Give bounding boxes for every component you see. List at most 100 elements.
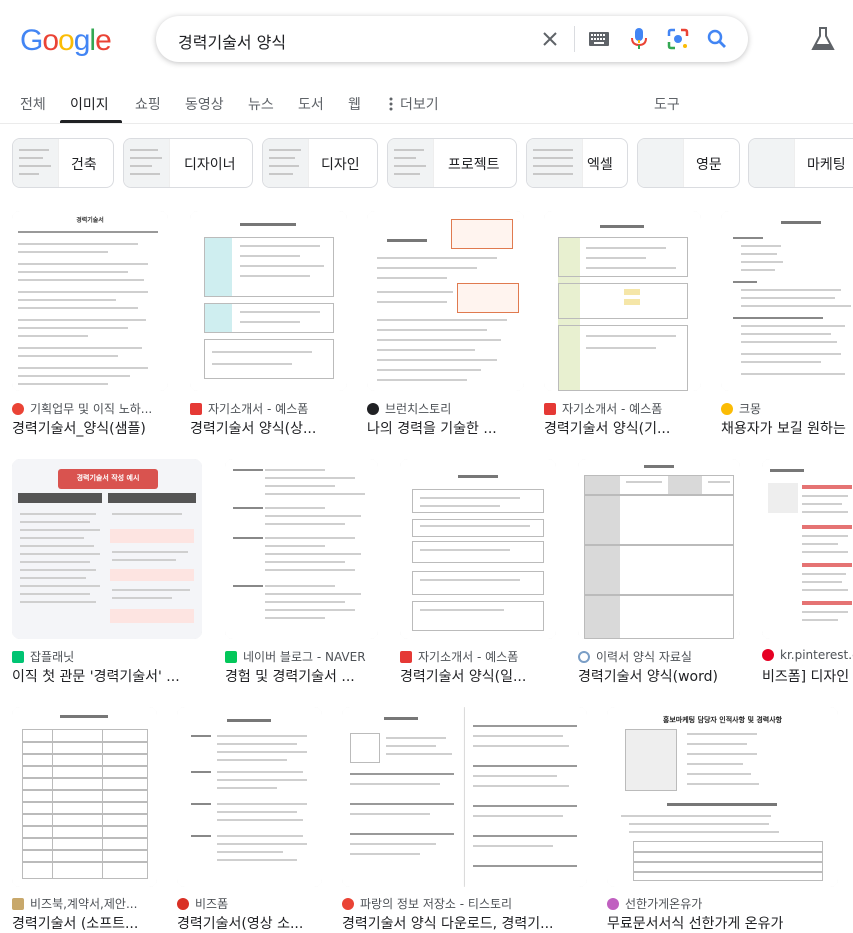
result-title[interactable]: 비즈폼] 디자인 (762, 666, 853, 686)
source-name: 비즈폼 (195, 897, 229, 911)
result-thumbnail (177, 707, 322, 887)
chip-english[interactable]: 영문 (637, 138, 740, 188)
source-name: 브런치스토리 (385, 402, 452, 416)
image-result[interactable]: kr.pinterest.c 비즈폼] 디자인 (762, 459, 853, 685)
image-result[interactable]: 브런치스토리 나의 경력을 기술한 ... (367, 211, 524, 438)
keyboard-icon[interactable] (586, 26, 612, 52)
chip-architecture[interactable]: 건축 (12, 138, 114, 188)
chip-marketing[interactable]: 마케팅 (748, 138, 853, 188)
source-name: 네이버 블로그 - NAVER (243, 650, 366, 664)
result-title[interactable]: 이직 첫 관문 '경력기술서' ... (12, 666, 202, 686)
tab-videos[interactable]: 동영상 (185, 94, 224, 114)
labs-icon[interactable] (811, 26, 837, 52)
result-source[interactable]: 브런치스토리 (367, 400, 451, 417)
search-input[interactable]: 경력기술서 양식 (178, 29, 286, 53)
document-preview (578, 459, 740, 639)
image-result[interactable]: 이력서 양식 자료실 경력기술서 양식(word) (578, 459, 740, 685)
result-title[interactable]: 경력기술서 양식(기... (544, 418, 701, 438)
chip-designer[interactable]: 디자이너 (123, 138, 253, 188)
result-source[interactable]: 기획업무 및 이직 노하... (12, 400, 152, 417)
more-dots-icon (389, 97, 393, 111)
image-result[interactable]: 네이버 블로그 - NAVER 경험 및 경력기술서 ... (225, 459, 378, 685)
result-source[interactable]: 네이버 블로그 - NAVER (225, 648, 366, 665)
image-result[interactable]: 자기소개서 - 예스폼 경력기술서 양식(기... (544, 211, 701, 438)
chip-label: 프로젝트 (448, 157, 500, 173)
image-result[interactable]: 자기소개서 - 예스폼 경력기술서 양식(일... (400, 459, 556, 685)
result-source[interactable]: 자기소개서 - 예스폼 (544, 400, 662, 417)
result-title[interactable]: 무료문서서식 선한가게 온유가 (607, 913, 838, 933)
source-name: 비즈북,계약서,제안... (30, 897, 138, 911)
document-preview (190, 211, 347, 391)
site-favicon (607, 897, 619, 910)
image-result[interactable]: 비즈북,계약서,제안... 경력기술서 (소프트... (12, 707, 157, 932)
result-thumbnail (342, 707, 587, 887)
microphone-icon[interactable] (626, 26, 652, 52)
tab-more[interactable]: 더보기 (388, 94, 439, 114)
result-source[interactable]: 비즈북,계약서,제안... (12, 895, 137, 912)
chip-project[interactable]: 프로젝트 (387, 138, 517, 188)
source-name: 자기소개서 - 예스폼 (418, 650, 519, 664)
result-source[interactable]: 크몽 (721, 400, 761, 417)
image-result[interactable]: 파랑의 정보 저장소 - 티스토리 경력기술서 양식 다운로드, 경력기... (342, 707, 587, 932)
site-favicon (400, 650, 412, 663)
result-title[interactable]: 경력기술서 (소프트... (12, 913, 157, 933)
tab-images[interactable]: 이미지 (70, 94, 109, 114)
refinement-chips: 건축 디자이너 디자인 프로젝트 엑셀 영문 마케팅 (0, 138, 853, 188)
document-heading: 경력기술서 (76, 217, 104, 224)
search-icon[interactable] (704, 26, 730, 52)
tab-all[interactable]: 전체 (20, 94, 46, 114)
chip-thumbnail (527, 139, 583, 187)
image-result[interactable]: 비즈폼 경력기술서(영상 소... (177, 707, 322, 932)
result-source[interactable]: kr.pinterest.c (762, 648, 853, 662)
result-title[interactable]: 경험 및 경력기술서 ... (225, 666, 378, 686)
logo-letter-o1: o (42, 24, 59, 57)
source-name: 크몽 (739, 402, 762, 416)
tools-button[interactable]: 도구 (654, 94, 680, 114)
tab-news[interactable]: 뉴스 (248, 94, 274, 114)
header: Google 경력기술서 양식 (0, 0, 853, 80)
source-name: 잡플래닛 (30, 650, 75, 664)
result-title[interactable]: 경력기술서 양식(상... (190, 418, 347, 438)
result-source[interactable]: 선한가게온유가 (607, 895, 702, 912)
site-favicon (762, 649, 774, 661)
result-source[interactable]: 비즈폼 (177, 895, 228, 912)
image-result[interactable]: 자기소개서 - 예스폼 경력기술서 양식(상... (190, 211, 347, 438)
lens-icon[interactable] (665, 26, 691, 52)
image-result[interactable]: 경력기술서 기획업무 및 이직 노하... 경력기술서_양식(샘플) (12, 211, 168, 438)
google-logo[interactable]: Google (20, 24, 112, 58)
document-preview: 홍보마케팅 담당자 인적사항 및 경력사항 (607, 707, 838, 887)
document-preview (544, 211, 701, 391)
search-box[interactable]: 경력기술서 양식 (156, 16, 748, 62)
result-title[interactable]: 채용자가 보길 원하는 (721, 418, 853, 438)
result-title[interactable]: 나의 경력을 기술한 ... (367, 418, 524, 438)
tab-web[interactable]: 웹 (348, 94, 361, 114)
site-favicon (190, 402, 202, 415)
result-title[interactable]: 경력기술서 양식(일... (400, 666, 556, 686)
logo-letter-e: e (95, 24, 112, 57)
document-preview (721, 211, 853, 391)
tab-shopping[interactable]: 쇼핑 (135, 94, 161, 114)
result-title[interactable]: 경력기술서 양식 다운로드, 경력기... (342, 913, 587, 933)
result-source[interactable]: 파랑의 정보 저장소 - 티스토리 (342, 895, 512, 912)
tab-books[interactable]: 도서 (298, 94, 324, 114)
image-result[interactable]: 크몽 채용자가 보길 원하는 (721, 211, 853, 438)
image-result[interactable]: 홍보마케팅 담당자 인적사항 및 경력사항 선한가게온유가 무료문서서식 선한가… (607, 707, 838, 932)
result-thumbnail (12, 707, 157, 887)
search-divider (574, 26, 575, 52)
chip-label: 디자인 (321, 157, 360, 173)
chip-label: 엑셀 (587, 157, 613, 173)
chip-design[interactable]: 디자인 (262, 138, 378, 188)
clear-icon[interactable] (537, 26, 563, 52)
result-source[interactable]: 이력서 양식 자료실 (578, 648, 692, 665)
logo-letter-o2: o (58, 24, 75, 57)
result-source[interactable]: 자기소개서 - 예스폼 (400, 648, 518, 665)
image-result[interactable]: 경력기술서 작성 예시 잡플래닛 이직 첫 관문 '경력기술서' ... (12, 459, 202, 685)
chip-excel[interactable]: 엑셀 (526, 138, 628, 188)
result-thumbnail (762, 459, 853, 639)
result-title[interactable]: 경력기술서 양식(word) (578, 666, 740, 686)
result-source[interactable]: 자기소개서 - 예스폼 (190, 400, 308, 417)
result-title[interactable]: 경력기술서_양식(샘플) (12, 418, 168, 438)
site-favicon (342, 897, 354, 910)
result-title[interactable]: 경력기술서(영상 소... (177, 913, 322, 933)
result-source[interactable]: 잡플래닛 (12, 648, 74, 665)
